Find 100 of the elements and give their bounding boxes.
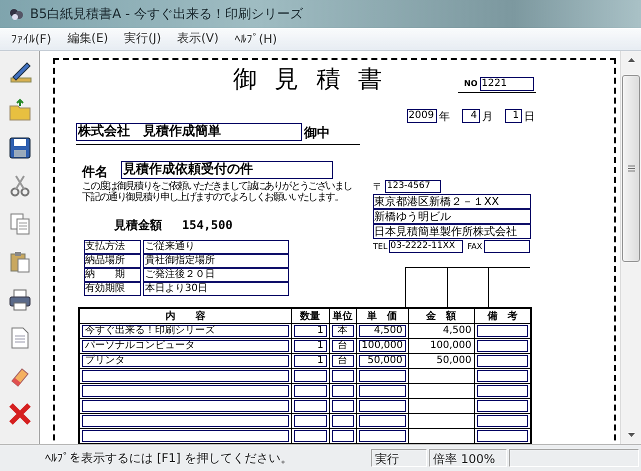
term-field[interactable]: ご従来通り (143, 240, 289, 254)
date-month-field[interactable]: 4 (462, 109, 480, 124)
amount-cell: 4,500 (442, 325, 472, 336)
table-field[interactable] (294, 384, 326, 397)
table-field[interactable]: 本 (332, 324, 354, 337)
address-field[interactable]: 東京都港区新橋２－１XX (373, 194, 531, 209)
tel-field[interactable]: 03-2222-11XX (389, 240, 464, 253)
cut-icon[interactable] (8, 174, 32, 198)
table-field[interactable] (332, 414, 354, 427)
table-field[interactable] (82, 370, 288, 382)
greeting-text: この度は御見積りをご依頼いただきまして誠にありがとうございまし (82, 180, 352, 192)
close-icon[interactable] (8, 402, 32, 426)
table-field[interactable] (476, 370, 528, 382)
table-field[interactable] (358, 370, 406, 382)
table-field[interactable]: 台 (332, 354, 354, 367)
term-field[interactable]: 貴社御指定場所 (143, 254, 289, 268)
table-field[interactable] (332, 400, 354, 412)
table-field[interactable]: プリンタ (82, 354, 288, 367)
term-label: 納品場所 (84, 254, 141, 268)
table-field[interactable]: 4,500 (358, 324, 406, 337)
status-mode: 実行 (371, 449, 427, 468)
column-header: 金 額 (408, 308, 474, 324)
term-label: 有効期限 (84, 282, 141, 296)
table-field[interactable]: 50,000 (358, 354, 406, 367)
total-amount: 154,500 (182, 218, 233, 232)
save-icon[interactable] (8, 136, 32, 160)
grip-icon (628, 164, 634, 172)
table-field[interactable] (476, 340, 528, 352)
table-field[interactable]: 1 (294, 324, 326, 337)
table-field[interactable] (294, 414, 326, 427)
copy-icon[interactable] (8, 212, 32, 236)
column-header: 数量 (291, 308, 329, 324)
down-arrow-icon (628, 433, 634, 438)
recipient-field[interactable]: 株式会社 見積作成簡単 (76, 122, 302, 141)
subject-field[interactable]: 見積作成依頼受付の件 (121, 160, 333, 179)
menu-item[interactable]: 表示(V) (170, 28, 226, 50)
table-field[interactable] (294, 370, 326, 382)
column-header: 備 考 (474, 308, 531, 324)
fax-field[interactable] (484, 240, 530, 253)
menu-item[interactable]: ﾍﾙﾌﾟ(H) (228, 30, 284, 48)
date-unit-label: 月 (482, 108, 493, 124)
table-field[interactable]: パーソナルコンピュータ (82, 340, 288, 352)
table-field[interactable] (476, 400, 528, 412)
table-field[interactable] (332, 370, 354, 382)
address-field[interactable]: 新橋ゆう明ビル (373, 208, 531, 224)
table-field[interactable] (476, 324, 528, 337)
document-title: 御 見 積 書 (233, 64, 382, 95)
term-label: 納 期 (84, 268, 141, 282)
table-field[interactable] (82, 400, 288, 412)
subject-label: 件名 (82, 164, 108, 180)
table-field[interactable] (82, 430, 288, 442)
table-field[interactable] (294, 430, 326, 442)
menu-item[interactable]: 実行(J) (117, 28, 168, 50)
column-header: 単位 (329, 308, 356, 324)
amount-cell: 100,000 (430, 340, 472, 352)
date-unit-label: 日 (524, 108, 535, 124)
table-field[interactable] (332, 384, 354, 397)
column-header: 単 価 (356, 308, 408, 324)
edit-icon[interactable] (8, 60, 32, 84)
table-field[interactable] (358, 414, 406, 427)
table-field[interactable]: 1 (294, 354, 326, 367)
menu-item[interactable]: ﾌｧｲﾙ(F) (4, 30, 58, 48)
table-field[interactable] (476, 354, 528, 367)
printer-icon[interactable] (8, 288, 32, 312)
table-field[interactable] (332, 430, 354, 442)
table-field[interactable] (476, 430, 528, 442)
table-field[interactable]: 1 (294, 340, 326, 352)
paste-icon[interactable] (8, 250, 32, 274)
menu-item[interactable]: 編集(E) (60, 28, 116, 50)
table-field[interactable] (358, 400, 406, 412)
up-arrow-icon (628, 58, 634, 62)
table-field[interactable]: 100,000 (358, 340, 406, 352)
table-field[interactable] (476, 414, 528, 427)
table-field[interactable] (82, 414, 288, 427)
term-label: 支払方法 (84, 240, 141, 254)
table-field[interactable]: 今すぐ出来る！印刷シリーズ (82, 324, 288, 337)
date-year-field[interactable]: 2009 (407, 109, 437, 124)
column-header: 内 容 (79, 308, 291, 324)
term-field[interactable]: ご発注後２０日 (143, 268, 289, 282)
postal-code-field[interactable]: 123-4567 (385, 180, 441, 194)
total-label: 見積金額 (114, 216, 162, 234)
table-field[interactable] (82, 384, 288, 397)
status-message: ﾍﾙﾌﾟを表示するには [F1] を押してください。 (44, 450, 294, 467)
address-field[interactable]: 日本見積簡単製作所株式会社 (373, 224, 531, 239)
number-label: NO (464, 79, 478, 88)
table-field[interactable] (476, 384, 528, 397)
greeting-text: 下記の通り御見積り申し上げますのでよろしくお願いいたします。 (82, 192, 344, 203)
table-field[interactable]: 台 (332, 340, 354, 352)
table-field[interactable] (358, 430, 406, 442)
open-folder-icon[interactable] (8, 98, 32, 122)
status-zoom: 倍率 100% (429, 449, 507, 468)
table-field[interactable] (358, 384, 406, 397)
date-day-field[interactable]: 1 (505, 109, 522, 124)
term-field[interactable]: 本日より30日 (143, 282, 289, 296)
amount-cell: 50,000 (436, 355, 472, 366)
table-field[interactable] (294, 400, 326, 412)
window-title: B5白紙見積書A - 今すぐ出来る！印刷シリーズ (30, 6, 304, 23)
tel-label: TEL (373, 242, 388, 251)
recipient-suffix: 御中 (304, 124, 330, 142)
postal-mark: 〒 (373, 180, 383, 194)
